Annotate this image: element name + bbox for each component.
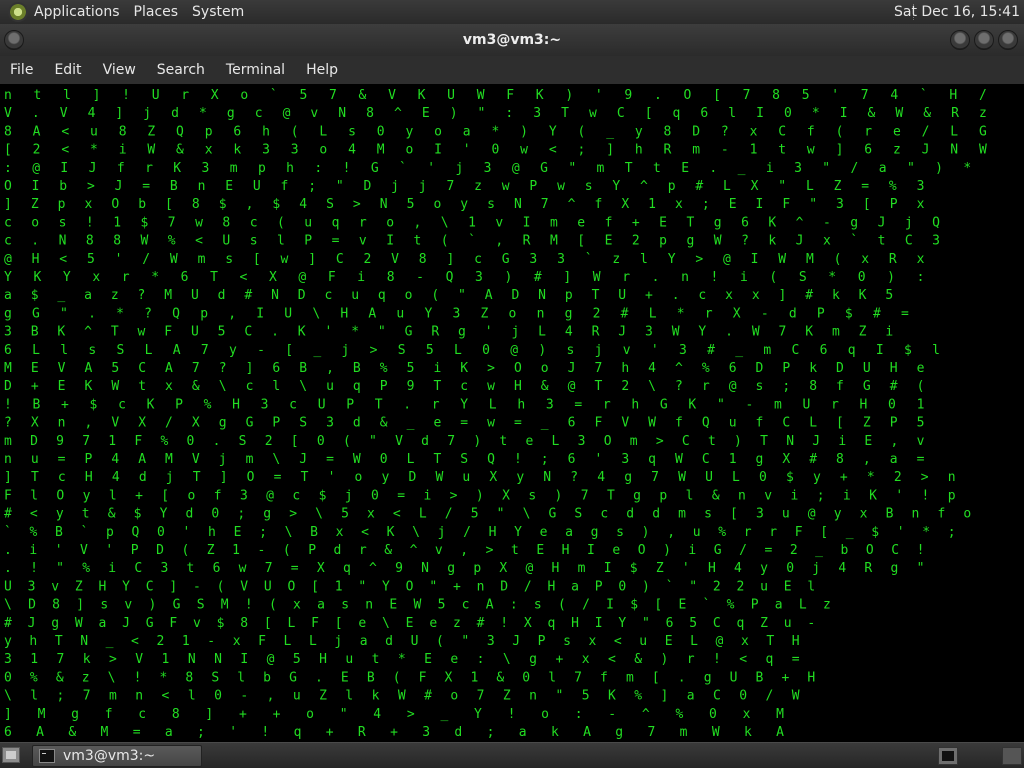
menu-bar: File Edit View Search Terminal Help [0, 56, 1024, 84]
terminal-row: a $ _ a z ? M U d # N D c u q o ( " A D … [4, 288, 893, 303]
terminal-row: ] M g f c 8 ] + + o " 4 > _ Y ! o : - ^ … [4, 707, 784, 722]
terminal-row: ] T c H 4 d j T ] O = T ' o y D W u X y … [4, 470, 956, 485]
close-icon[interactable] [998, 30, 1018, 50]
terminal-row: \ D 8 ] s v ) G S M ! ( x a s n E W 5 c … [4, 598, 831, 613]
window-title-bar[interactable]: vm3@vm3:~ [0, 24, 1024, 56]
terminal-row: Y K Y x r * 6 T < X @ F i 8 - Q 3 ) # ] … [4, 270, 924, 285]
terminal-row: ` % B ` p Q 0 ' h E ; \ B x < K \ j / H … [4, 525, 956, 540]
terminal-row: F l O y l + [ o f 3 @ c $ j 0 = i > ) X … [4, 488, 956, 503]
terminal-row: 3 B K ^ T w F U 5 C . K ' * " G R g ' j … [4, 325, 893, 340]
terminal-row: m D 9 7 1 F % 0 . S 2 [ 0 ( " V d 7 ) t … [4, 434, 925, 449]
terminal-row: O I b > J = B n E U f ; " D j j 7 z w P … [4, 179, 924, 194]
terminal-row: M E V A 5 C A 7 ? ] 6 B , B % 5 i K > O … [4, 361, 925, 376]
menu-system[interactable]: System [192, 4, 244, 20]
terminal-area[interactable]: n t l ] ! U r X o ` 5 7 & V K U W F K ) … [0, 84, 1024, 742]
terminal-row: : @ I J f r K 3 m p h : ! G ` ' j 3 @ G … [4, 161, 971, 176]
terminal-row: 6 L l s S L A 7 y - [ _ j > S 5 L 0 @ ) … [4, 343, 940, 358]
terminal-icon [39, 749, 55, 763]
terminal-row: y h T N _ < 2 1 - x F L L j a d U ( " 3 … [4, 634, 800, 649]
terminal-row: . i ' V ' P D ( Z 1 - ( P d r & ^ v , > … [4, 543, 924, 558]
menu-view[interactable]: View [103, 62, 136, 78]
menu-edit[interactable]: Edit [54, 62, 81, 78]
terminal-row: U 3 v Z H Y C ] - ( V U O [ 1 " Y O " + … [4, 579, 815, 594]
minimize-icon[interactable] [950, 30, 970, 50]
top-panel: Applications Places System Sat Dec 16, 1… [0, 0, 1024, 24]
terminal-row: # J g W a J G F v $ 8 [ L F [ e \ E e z … [4, 616, 815, 631]
maximize-icon[interactable] [974, 30, 994, 50]
menu-search[interactable]: Search [157, 62, 205, 78]
taskbar-terminal-button[interactable]: vm3@vm3:~ [32, 745, 202, 767]
terminal-row: ] Z p x O b [ 8 $ , $ 4 S > N 5 o y s N … [4, 197, 925, 212]
bottom-panel: vm3@vm3:~ [0, 742, 1024, 768]
terminal-row: 0 % & z \ ! * 8 S l b G . E B ( F X 1 & … [4, 670, 815, 685]
terminal-row: D + E K W t x & \ c l \ u q P 9 T c w H … [4, 379, 924, 394]
menu-help[interactable]: Help [306, 62, 338, 78]
menu-applications[interactable]: Applications [34, 4, 120, 20]
terminal-row: ? X n , V X / X g G P S 3 d & _ e = w = … [4, 416, 924, 431]
terminal-row: @ H < 5 ' / W m s [ w ] C 2 V 8 ] c G 3 … [4, 252, 925, 267]
terminal-row: V . V 4 ] j d * g c @ v N 8 ^ E ) " : 3 … [4, 106, 987, 121]
show-desktop-icon[interactable] [2, 747, 20, 763]
clock[interactable]: Sat Dec 16, 15:41 [894, 0, 1020, 24]
terminal-row: . ! " % i C 3 t 6 w 7 = X q ^ 9 N g p X … [4, 561, 924, 576]
window-title: vm3@vm3:~ [462, 32, 562, 48]
terminal-row: n t l ] ! U r X o ` 5 7 & V K U W F K ) … [4, 88, 987, 103]
terminal-row: c . N 8 8 W % < U s l P = v I t ( ` , R … [4, 234, 940, 249]
workspace-switcher-icon[interactable] [938, 747, 958, 765]
terminal-row: ! B + $ c K P % H 3 c U P T . r Y L h 3 … [4, 397, 924, 412]
trash-icon[interactable] [1002, 747, 1022, 765]
terminal-row: 6 A & M = a ; ' ! q + R + 3 d ; a k A g … [4, 725, 784, 740]
terminal-row: 3 1 7 k > V 1 N N I @ 5 H u t * E e : \ … [4, 652, 800, 667]
terminal-row: c o s ! 1 $ 7 w 8 c ( u q r o , \ 1 v I … [4, 215, 940, 230]
terminal-row: 8 A < u 8 Z Q p 6 h ( L s 0 y o a * ) Y … [4, 124, 987, 139]
matrix-rain-output: n t l ] ! U r X o ` 5 7 & V K U W F K ) … [4, 88, 987, 740]
taskbar-button-label: vm3@vm3:~ [63, 748, 156, 764]
terminal-row: g G " . * ? Q p , I U \ H A u Y 3 Z o n … [4, 306, 909, 321]
terminal-row: [ 2 < * i W & x k 3 3 o 4 M o I ' 0 w < … [4, 143, 987, 158]
terminal-row: # < y t & $ Y d 0 ; g > \ 5 x < L / 5 " … [4, 507, 971, 522]
window-menu-icon[interactable] [4, 30, 24, 50]
menu-terminal[interactable]: Terminal [226, 62, 285, 78]
distro-logo-icon[interactable] [8, 2, 28, 22]
terminal-row: \ l ; 7 m n < l 0 - , u Z l k W # o 7 Z … [4, 689, 800, 704]
terminal-row: n u = P 4 A M V j m \ J = W 0 L T S Q ! … [4, 452, 925, 467]
menu-file[interactable]: File [10, 62, 33, 78]
menu-places[interactable]: Places [134, 4, 179, 20]
